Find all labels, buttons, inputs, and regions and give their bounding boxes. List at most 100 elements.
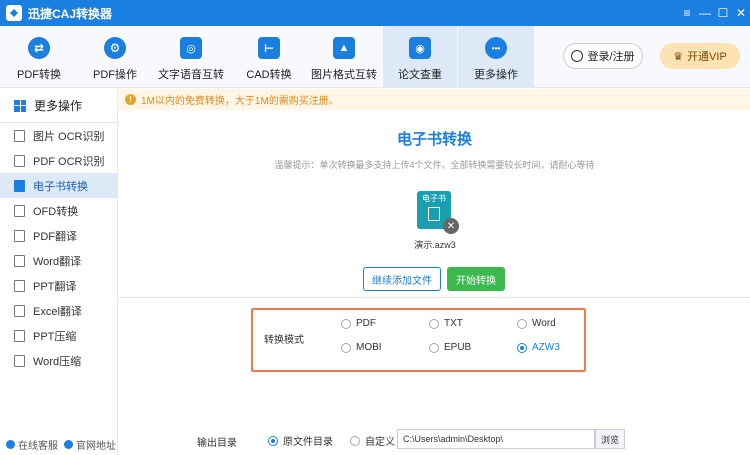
sidebar-item-image-ocr[interactable]: 图片 OCR识别 (0, 123, 117, 148)
login-label: 登录/注册 (587, 51, 635, 63)
page-title: 电子书转换 (396, 131, 472, 148)
globe-icon (64, 439, 73, 449)
notice-text: 1M以内的免费转换，大于1M的需购买注册。 (141, 96, 339, 107)
sidebar-item-label: OFD转换 (33, 205, 79, 218)
menu-icon[interactable]: ≡ (678, 0, 696, 26)
online-service-link[interactable]: 在线客服 (6, 437, 58, 452)
cad-convert-icon: ⊢ (258, 37, 280, 59)
ppt-compress-icon (14, 329, 25, 342)
radio-button-checked[interactable] (268, 435, 278, 446)
online-service-label: 在线客服 (18, 440, 58, 452)
option-label: Word (532, 318, 556, 329)
radio-button[interactable] (429, 318, 439, 329)
add-more-files-button[interactable]: 继续添加文件 (363, 267, 441, 291)
minimize-icon[interactable]: — (696, 0, 714, 26)
crown-icon: ♛ (673, 50, 684, 63)
option-label: AZW3 (532, 342, 560, 353)
sidebar-item-pdf-ocr[interactable]: PDF OCR识别 (0, 148, 117, 173)
tool-label: 图片格式互转 (311, 69, 377, 81)
browse-button[interactable]: 浏览 (595, 429, 625, 449)
mode-option-mobi[interactable]: MOBI (341, 342, 382, 353)
word-compress-icon (14, 354, 25, 367)
image-format-icon: ▲ (333, 37, 355, 59)
headset-icon (6, 439, 15, 449)
ebook-icon (14, 179, 25, 192)
tool-label: CAD转换 (246, 69, 292, 81)
word-translate-icon (14, 254, 25, 267)
start-convert-button[interactable]: 开始转换 (447, 267, 505, 291)
mode-option-epub[interactable]: EPUB (429, 342, 471, 353)
radio-button[interactable] (517, 318, 527, 329)
remove-file-icon[interactable]: ✕ (443, 218, 459, 234)
more-ops-icon: ••• (485, 37, 507, 59)
file-icon-text: 电子书 (422, 194, 446, 203)
mode-option-pdf[interactable]: PDF (341, 318, 376, 329)
radio-button[interactable] (429, 342, 439, 353)
title-bar: 迅捷CAJ转换器 ≡ — ☐ ✕ (0, 0, 750, 26)
sidebar-item-label: Word翻译 (33, 255, 82, 268)
tool-label: 文字语音互转 (158, 69, 224, 81)
sidebar-item-ppt-translate[interactable]: PPT翻译 (0, 273, 117, 298)
radio-button[interactable] (350, 435, 360, 446)
login-register-button[interactable]: 登录/注册 (563, 43, 643, 69)
sidebar-footer: 在线客服 官网地址 (0, 433, 118, 455)
tool-pdf-operation[interactable]: ⚙ PDF操作 (86, 26, 144, 88)
paper-check-icon: ◉ (409, 37, 431, 59)
user-icon (571, 50, 584, 62)
sidebar-item-label: PPT翻译 (33, 280, 77, 293)
tip-text: 温馨提示：单次转换最多支持上传4个文件。全部转换需要较长时间，请耐心等待 (274, 160, 595, 170)
tool-paper-check[interactable]: ◉ 论文查重 (383, 26, 457, 88)
sidebar-item-label: PPT压缩 (33, 330, 77, 343)
image-ocr-icon (14, 129, 25, 142)
warning-icon: ! (125, 94, 136, 105)
sidebar-item-ofd-convert[interactable]: OFD转换 (0, 198, 117, 223)
tool-pdf-convert[interactable]: ⇄ PDF转换 (10, 26, 68, 88)
radio-button[interactable] (341, 318, 351, 329)
sidebar-item-word-compress[interactable]: Word压缩 (0, 348, 117, 373)
vip-label: 开通VIP (687, 51, 727, 63)
mode-option-txt[interactable]: TXT (429, 318, 463, 329)
website-link[interactable]: 官网地址 (64, 437, 116, 452)
text-speech-icon: ◎ (180, 37, 202, 59)
sidebar-item-label: 图片 OCR识别 (33, 130, 105, 143)
divider (119, 297, 750, 298)
output-path-input[interactable] (397, 429, 595, 449)
pdf-ocr-icon (14, 154, 25, 167)
ppt-translate-icon (14, 279, 25, 292)
tool-label: PDF操作 (93, 69, 137, 81)
sidebar-header: 更多操作 (0, 89, 117, 123)
sidebar-item-label: PDF OCR识别 (33, 155, 105, 168)
option-label: PDF (356, 318, 376, 329)
sidebar-item-word-translate[interactable]: Word翻译 (0, 248, 117, 273)
option-label: 自定义 (365, 437, 395, 448)
tool-cad-convert[interactable]: ⊢ CAD转换 (240, 26, 298, 88)
sidebar-item-ppt-compress[interactable]: PPT压缩 (0, 323, 117, 348)
tool-label: 更多操作 (474, 69, 518, 81)
mode-option-azw3[interactable]: AZW3 (517, 342, 560, 353)
tool-text-speech[interactable]: ◎ 文字语音互转 (158, 26, 224, 88)
radio-button[interactable] (341, 342, 351, 353)
maximize-icon[interactable]: ☐ (714, 0, 732, 26)
excel-translate-icon (14, 304, 25, 317)
sidebar-item-label: Excel翻译 (33, 305, 82, 318)
open-vip-button[interactable]: ♛ 开通VIP (660, 43, 740, 69)
tool-image-format[interactable]: ▲ 图片格式互转 (311, 26, 377, 88)
output-option-custom[interactable]: 自定义 (350, 433, 395, 448)
option-label: TXT (444, 318, 463, 329)
output-option-source[interactable]: 原文件目录 (268, 433, 333, 448)
ofd-icon (14, 204, 25, 217)
radio-button-checked[interactable] (517, 342, 527, 353)
sidebar-item-excel-translate[interactable]: Excel翻译 (0, 298, 117, 323)
sidebar-item-ebook-convert[interactable]: 电子书转换 (0, 173, 117, 198)
mode-option-word[interactable]: Word (517, 318, 556, 329)
website-label: 官网地址 (76, 440, 116, 452)
file-name: 演示.azw3 (414, 240, 456, 250)
sidebar-item-pdf-translate[interactable]: PDF翻译 (0, 223, 117, 248)
tool-label: 论文查重 (398, 69, 442, 81)
option-label: 原文件目录 (283, 437, 333, 448)
grid-icon (14, 99, 26, 112)
app-logo-icon (6, 5, 22, 21)
tool-more-ops[interactable]: ••• 更多操作 (458, 26, 534, 88)
sidebar-item-label: Word压缩 (33, 355, 82, 368)
close-icon[interactable]: ✕ (732, 0, 750, 26)
